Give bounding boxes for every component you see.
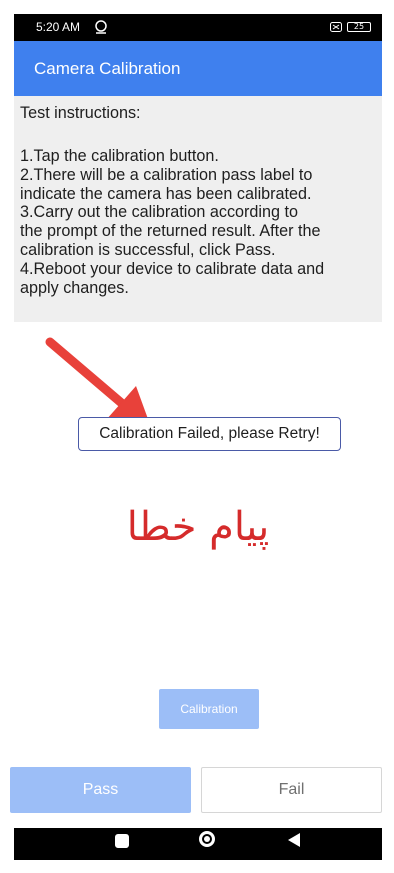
instruction-line: 3.Carry out the calibration according to (20, 203, 299, 222)
home-icon[interactable] (199, 831, 215, 847)
instruction-line: calibration is successful, click Pass. (20, 240, 276, 259)
status-time: 5:20 AM (36, 20, 81, 34)
battery-icon: 25 (347, 22, 371, 32)
instruction-line: apply changes. (20, 278, 129, 297)
status-bar: 5:20 AM 25 (14, 14, 382, 41)
error-message-annotation: پیام خطا (126, 504, 270, 550)
instructions-heading: Test instructions: (20, 104, 141, 122)
instruction-line: 2.There will be a calibration pass label… (20, 165, 313, 184)
instructions-panel: Test instructions: 1.Tap the calibration… (14, 96, 382, 322)
page-title: Camera Calibration (34, 59, 181, 78)
instruction-line: the prompt of the returned result. After… (20, 222, 321, 241)
fail-button[interactable]: Fail (201, 767, 382, 813)
calibration-result-label: Calibration Failed, please Retry! (78, 417, 341, 451)
instructions-steps: 1.Tap the calibration button. 2.There wi… (20, 147, 378, 297)
navigation-bar (14, 828, 382, 860)
sim-icon (330, 22, 342, 32)
instruction-line: 1.Tap the calibration button. (20, 147, 219, 165)
alarm-icon (95, 20, 107, 34)
instruction-line: 4.Reboot your device to calibrate data a… (20, 259, 325, 278)
app-bar: Camera Calibration (14, 41, 382, 96)
recents-icon[interactable] (115, 834, 129, 848)
back-icon[interactable] (288, 833, 300, 847)
phone-screen: 5:20 AM 25 Camera Calibration Test instr… (14, 14, 382, 860)
instruction-line: indicate the camera has been calibrated. (20, 184, 312, 203)
calibration-button[interactable]: Calibration (159, 689, 259, 729)
pass-button[interactable]: Pass (10, 767, 191, 813)
